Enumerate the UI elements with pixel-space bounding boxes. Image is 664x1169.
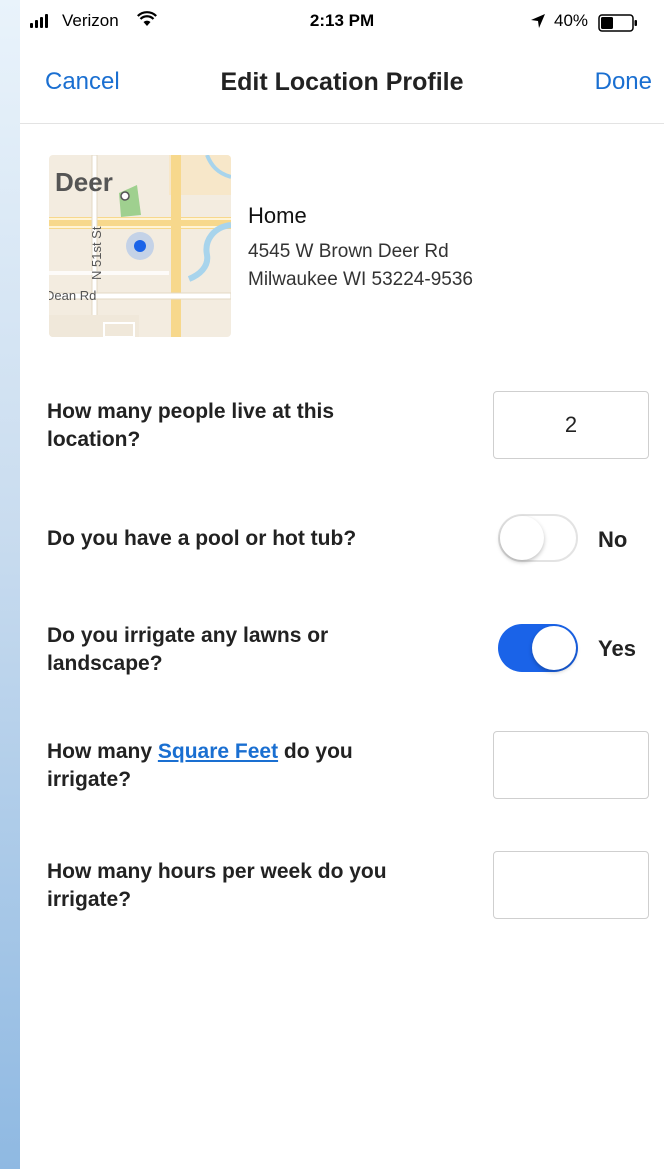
square-feet-link[interactable]: Square Feet <box>158 740 278 763</box>
irrigate-toggle-state: Yes <box>598 636 636 661</box>
pool-toggle[interactable] <box>498 514 578 562</box>
location-services-icon <box>531 14 545 28</box>
location-name: Home <box>248 203 307 228</box>
irrigate-question-label: Do you irrigate any lawns or landscape? <box>47 624 329 675</box>
map-label-street-vertical: N 51st St <box>89 226 104 280</box>
status-bar: Verizon 2:13 PM 40% <box>20 0 664 46</box>
map-image: Deer N 51st St Dean Rd <box>49 155 231 337</box>
location-address-line2: Milwaukee WI 53224-9536 <box>248 269 473 290</box>
battery-percent: 40% <box>554 11 589 30</box>
square-feet-label-prefix: How many <box>47 740 158 763</box>
background-strip <box>0 0 20 1169</box>
square-feet-question-label: How many Square Feet do you irrigate? <box>47 738 367 794</box>
location-address-line1: 4545 W Brown Deer Rd <box>248 241 449 262</box>
location-map-thumbnail[interactable]: Deer N 51st St Dean Rd <box>49 155 231 337</box>
irrigation-hours-label: How many hours per week do you irrigate? <box>47 860 387 911</box>
square-feet-input[interactable] <box>493 731 649 799</box>
irrigate-toggle-knob <box>532 626 576 670</box>
people-count-label: How many people live at this location? <box>47 400 335 451</box>
app-screen: Verizon 2:13 PM 40% Cancel Edit Location… <box>20 0 664 1169</box>
battery-icon <box>598 14 637 32</box>
map-label-area: Deer <box>55 167 113 197</box>
navigation-bar: Cancel Edit Location Profile Done <box>20 46 664 124</box>
irrigate-toggle[interactable] <box>498 624 578 672</box>
pool-toggle-state: No <box>598 527 628 552</box>
pool-toggle-knob <box>500 516 544 560</box>
done-button[interactable]: Done <box>595 68 652 96</box>
page-title: Edit Location Profile <box>220 68 464 96</box>
people-count-input[interactable] <box>493 391 649 459</box>
map-label-street-horizontal: Dean Rd <box>49 288 96 303</box>
irrigation-hours-input[interactable] <box>493 851 649 919</box>
pool-question-label: Do you have a pool or hot tub? <box>47 527 357 550</box>
